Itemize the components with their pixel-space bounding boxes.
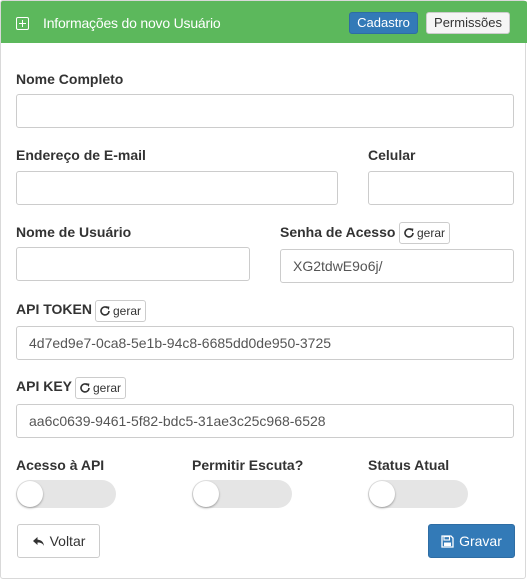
acesso-api-label: Acesso à API: [16, 457, 105, 473]
toggle-knob: [17, 481, 43, 507]
celular-input[interactable]: [368, 171, 514, 205]
gravar-button[interactable]: Gravar: [428, 524, 515, 558]
api-token-label: API TOKEN: [16, 301, 92, 317]
senha-label: Senha de Acesso: [280, 224, 396, 240]
refresh-icon: [404, 228, 414, 238]
api-token-gerar-button[interactable]: gerar: [95, 300, 147, 322]
tab-cadastro[interactable]: Cadastro: [349, 12, 418, 34]
senha-gerar-label: gerar: [417, 226, 446, 240]
api-key-label: API KEY: [16, 378, 73, 394]
permitir-escuta-toggle[interactable]: [192, 480, 292, 508]
api-token-input[interactable]: 4d7ed9e7-0ca8-5e1b-94c8-6685dd0de950-372…: [16, 326, 514, 360]
email-label: Endereço de E-mail: [16, 147, 146, 163]
status-atual-toggle[interactable]: [368, 480, 468, 508]
permitir-escuta-label: Permitir Escuta?: [192, 457, 304, 473]
gravar-label: Gravar: [459, 533, 502, 549]
voltar-label: Voltar: [49, 533, 86, 549]
acesso-api-toggle[interactable]: [16, 480, 116, 508]
toggle-knob: [369, 481, 395, 507]
panel-header: Informações do novo Usuário Cadastro Per…: [1, 1, 527, 43]
panel-title: Informações do novo Usuário: [43, 15, 221, 31]
senha-input[interactable]: XG2tdwE9o6j/: [280, 249, 514, 283]
tab-permissoes[interactable]: Permissões: [426, 12, 510, 34]
nome-completo-label: Nome Completo: [16, 71, 124, 87]
api-key-gerar-label: gerar: [93, 381, 122, 395]
refresh-icon: [80, 383, 90, 393]
nome-completo-input[interactable]: [16, 94, 514, 128]
api-key-gerar-button[interactable]: gerar: [75, 377, 127, 399]
reply-arrow-icon: [32, 536, 44, 546]
plus-square-icon: [16, 17, 29, 30]
status-atual-label: Status Atual: [368, 457, 450, 473]
usuario-input[interactable]: [16, 247, 250, 281]
senha-gerar-button[interactable]: gerar: [399, 222, 451, 244]
api-key-input[interactable]: aa6c0639-9461-5f82-bdc5-31ae3c25c968-652…: [16, 404, 514, 438]
api-token-gerar-label: gerar: [113, 304, 142, 318]
new-user-panel: Informações do novo Usuário Cadastro Per…: [0, 0, 527, 579]
refresh-icon: [100, 306, 110, 316]
save-floppy-icon: [441, 534, 454, 548]
toggle-knob: [193, 481, 219, 507]
celular-label: Celular: [368, 147, 416, 163]
email-input[interactable]: [16, 171, 338, 205]
usuario-label: Nome de Usuário: [16, 224, 132, 240]
voltar-button[interactable]: Voltar: [17, 524, 100, 558]
